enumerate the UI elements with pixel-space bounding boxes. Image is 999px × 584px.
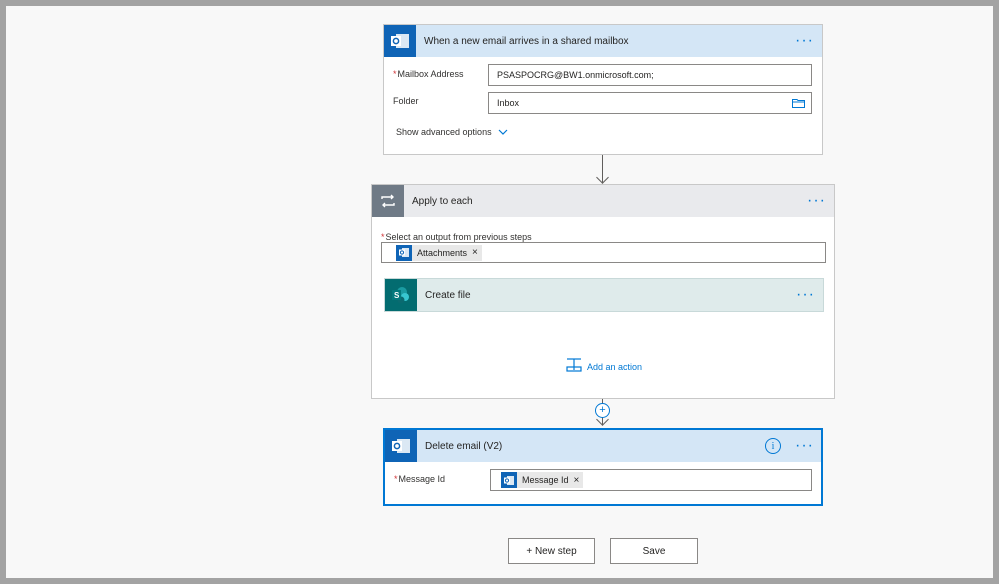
apply-to-each-header[interactable]: Apply to each ···	[372, 185, 834, 217]
outlook-icon	[501, 472, 517, 488]
folder-label: Folder	[393, 96, 419, 106]
delete-email-title: Delete email (V2)	[425, 440, 503, 452]
trigger-card-header[interactable]: When a new email arrives in a shared mai…	[384, 25, 822, 57]
delete-email-header[interactable]: Delete email (V2) i ···	[385, 430, 821, 462]
folder-picker-icon[interactable]	[792, 98, 805, 110]
outlook-icon	[385, 430, 417, 462]
mailbox-address-label: *Mailbox Address	[393, 69, 464, 79]
chevron-down-icon	[498, 127, 508, 137]
message-id-input[interactable]: Message Id ×	[490, 469, 812, 491]
svg-text:S: S	[394, 291, 400, 300]
create-file-header[interactable]: S Create file ···	[385, 279, 823, 311]
add-action-button[interactable]: Add an action	[566, 357, 642, 376]
attachments-token[interactable]: Attachments ×	[396, 244, 482, 261]
select-output-input[interactable]: Attachments ×	[381, 242, 826, 263]
create-file-title: Create file	[425, 289, 471, 301]
show-advanced-options-link[interactable]: Show advanced options	[396, 127, 508, 137]
save-button[interactable]: Save	[610, 538, 698, 564]
message-id-token[interactable]: Message Id ×	[501, 472, 584, 488]
show-advanced-options-label: Show advanced options	[396, 127, 492, 137]
delete-email-card[interactable]: Delete email (V2) i ··· *Message Id Mess…	[383, 428, 823, 506]
info-icon[interactable]: i	[765, 438, 781, 454]
connector-arrow-icon	[596, 171, 609, 184]
sharepoint-icon: S	[385, 279, 417, 311]
folder-value: Inbox	[497, 98, 520, 108]
flow-canvas: When a new email arrives in a shared mai…	[6, 6, 993, 578]
apply-to-each-title: Apply to each	[412, 195, 473, 207]
more-options-icon[interactable]: ···	[807, 193, 826, 209]
select-output-label: *Select an output from previous steps	[381, 232, 532, 242]
mailbox-address-input[interactable]: PSASPOCRG@BW1.onmicrosoft.com;	[488, 64, 812, 86]
add-action-icon	[566, 357, 582, 376]
more-options-icon[interactable]: ···	[796, 287, 815, 303]
trigger-title: When a new email arrives in a shared mai…	[424, 35, 629, 47]
more-options-icon[interactable]: ···	[795, 438, 814, 454]
trigger-card[interactable]: When a new email arrives in a shared mai…	[383, 24, 823, 155]
message-id-label-text: Message Id	[398, 474, 446, 484]
more-options-icon[interactable]: ···	[795, 33, 814, 49]
outlook-icon	[396, 244, 412, 261]
message-id-token-label: Message Id	[522, 475, 569, 485]
add-action-label: Add an action	[587, 361, 643, 372]
attachments-token-label: Attachments	[417, 247, 468, 258]
create-file-card[interactable]: S Create file ···	[384, 278, 824, 312]
remove-token-icon[interactable]: ×	[574, 475, 580, 486]
new-step-button[interactable]: + New step	[508, 538, 595, 564]
loop-icon	[372, 185, 404, 217]
remove-token-icon[interactable]: ×	[472, 247, 478, 258]
select-output-label-text: Select an output from previous steps	[385, 232, 532, 242]
outlook-icon	[384, 25, 416, 57]
apply-to-each-card[interactable]: Apply to each ··· *Select an output from…	[371, 184, 835, 399]
folder-input[interactable]: Inbox	[488, 92, 812, 114]
mailbox-address-label-text: Mailbox Address	[397, 69, 464, 79]
mailbox-address-value: PSASPOCRG@BW1.onmicrosoft.com;	[497, 70, 654, 80]
message-id-label: *Message Id	[394, 474, 446, 484]
